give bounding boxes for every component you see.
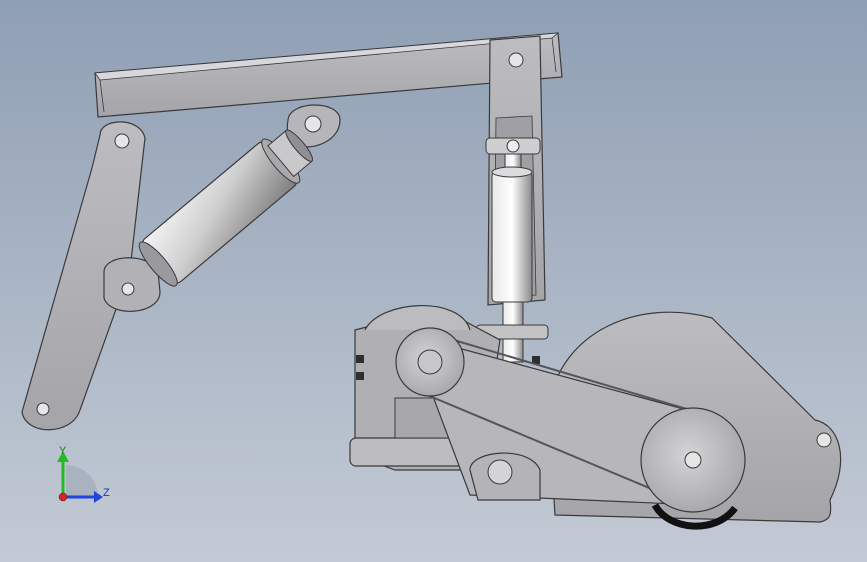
drive-pulley (395, 327, 465, 397)
idler-block (469, 452, 541, 501)
x-axis-origin (58, 492, 68, 502)
mechanism-assembly: Y Z (21, 32, 842, 530)
y-axis-label: Y (59, 445, 67, 457)
coordinate-triad: Y Z (57, 445, 110, 503)
diagonal-hydraulic-cylinder (138, 129, 314, 287)
driven-pulley (640, 407, 746, 513)
z-axis-arrowhead (94, 491, 103, 503)
z-axis-label: Z (103, 487, 110, 499)
cad-viewport[interactable]: Y Z (0, 0, 867, 562)
